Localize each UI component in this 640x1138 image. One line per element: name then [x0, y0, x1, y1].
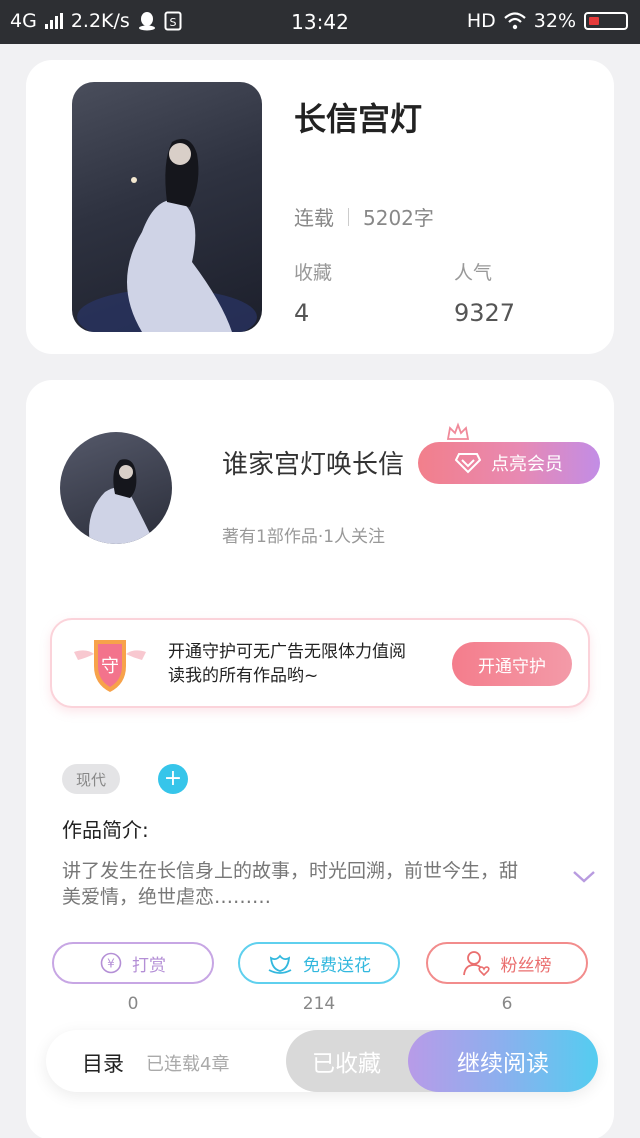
avatar-illustration: [89, 459, 155, 544]
intro-heading: 作品简介:: [62, 818, 149, 842]
stat-favorites: 收藏 4: [294, 258, 332, 327]
fan-count: 6: [501, 994, 513, 1014]
flower-count: 214: [302, 994, 336, 1014]
divider: [348, 207, 349, 226]
author-meta: 著有1部作品·1人关注: [222, 527, 386, 547]
guard-badge-icon: 守: [74, 640, 146, 692]
stat-label: 人气: [454, 262, 493, 284]
qq-icon: [138, 12, 155, 31]
guard-badge-char: 守: [101, 656, 119, 677]
status-left: 4G 2.2K/s S: [10, 10, 182, 32]
intro-text: 讲了发生在长信身上的故事，时光回溯，前世今生，甜美爱情，绝世虐恋………: [62, 860, 519, 908]
fan-rank-button[interactable]: 粉丝榜: [426, 942, 588, 984]
book-info-card: 长信宫灯 连载 5202字 收藏 4 人气 9327: [26, 60, 614, 354]
continue-reading-button[interactable]: 继续阅读: [408, 1030, 598, 1092]
diamond-icon: [455, 453, 481, 474]
chapter-count: 已连载4章: [146, 1054, 230, 1075]
stat-label: 收藏: [294, 262, 333, 284]
book-cover[interactable]: [72, 82, 262, 332]
book-title: 长信宫灯: [294, 100, 423, 138]
vip-button[interactable]: 点亮会员: [418, 442, 600, 484]
fan-user-icon: [462, 951, 490, 976]
add-tag-button[interactable]: +: [158, 764, 188, 794]
tip-count: 0: [127, 994, 139, 1014]
toc-button[interactable]: 目录: [82, 1048, 124, 1078]
fan-rank-label: 粉丝榜: [500, 955, 552, 976]
serial-status: 连载: [294, 206, 334, 230]
send-flower-button[interactable]: 免费送花: [238, 942, 400, 984]
author-avatar[interactable]: [60, 432, 172, 544]
stat-value: 4: [294, 299, 310, 327]
wifi-icon: [504, 12, 526, 30]
crown-icon: [446, 422, 470, 440]
word-count: 5202字: [363, 206, 434, 230]
svg-text:S: S: [169, 16, 176, 29]
sim-icon: S: [164, 11, 182, 31]
guard-promo: 守 开通守护可无广告无限体力值阅读我的所有作品哟~ 开通守护: [50, 618, 590, 708]
genre-tag[interactable]: 现代: [62, 764, 121, 794]
tip-label: 打赏: [132, 955, 166, 976]
status-bar: 13:42 4G 2.2K/s S HD 32%: [0, 0, 640, 44]
book-status-row: 连载 5202字: [294, 202, 434, 231]
network-type: 4G: [10, 10, 37, 32]
vip-button-label: 点亮会员: [491, 454, 563, 475]
main-card: 谁家宫灯唤长信 著有1部作品·1人关注 点亮会员 守 开通守护可无广告无限体力值…: [26, 380, 614, 1138]
stat-popularity: 人气 9327: [454, 258, 515, 327]
cover-illustration: [77, 138, 257, 332]
status-right: HD 32%: [467, 10, 628, 32]
stat-value: 9327: [454, 299, 516, 327]
open-guard-button[interactable]: 开通守护: [452, 642, 572, 686]
network-speed: 2.2K/s: [70, 10, 130, 32]
tip-button[interactable]: ¥ 打赏: [52, 942, 214, 984]
svg-text:¥: ¥: [107, 957, 115, 971]
flower-icon: [268, 954, 292, 974]
signal-icon: [44, 13, 63, 29]
bottom-action-bar: 目录 已连载4章 已收藏 继续阅读: [46, 1030, 598, 1092]
battery-percent: 32%: [533, 10, 576, 32]
yen-coin-icon: ¥: [100, 952, 122, 974]
guard-text: 开通守护可无广告无限体力值阅读我的所有作品哟~: [168, 642, 406, 686]
author-name[interactable]: 谁家宫灯唤长信: [222, 444, 404, 481]
hd-label: HD: [466, 10, 496, 32]
battery-icon: [584, 12, 628, 30]
chevron-down-icon[interactable]: [572, 870, 596, 884]
send-flower-label: 免费送花: [303, 955, 371, 976]
